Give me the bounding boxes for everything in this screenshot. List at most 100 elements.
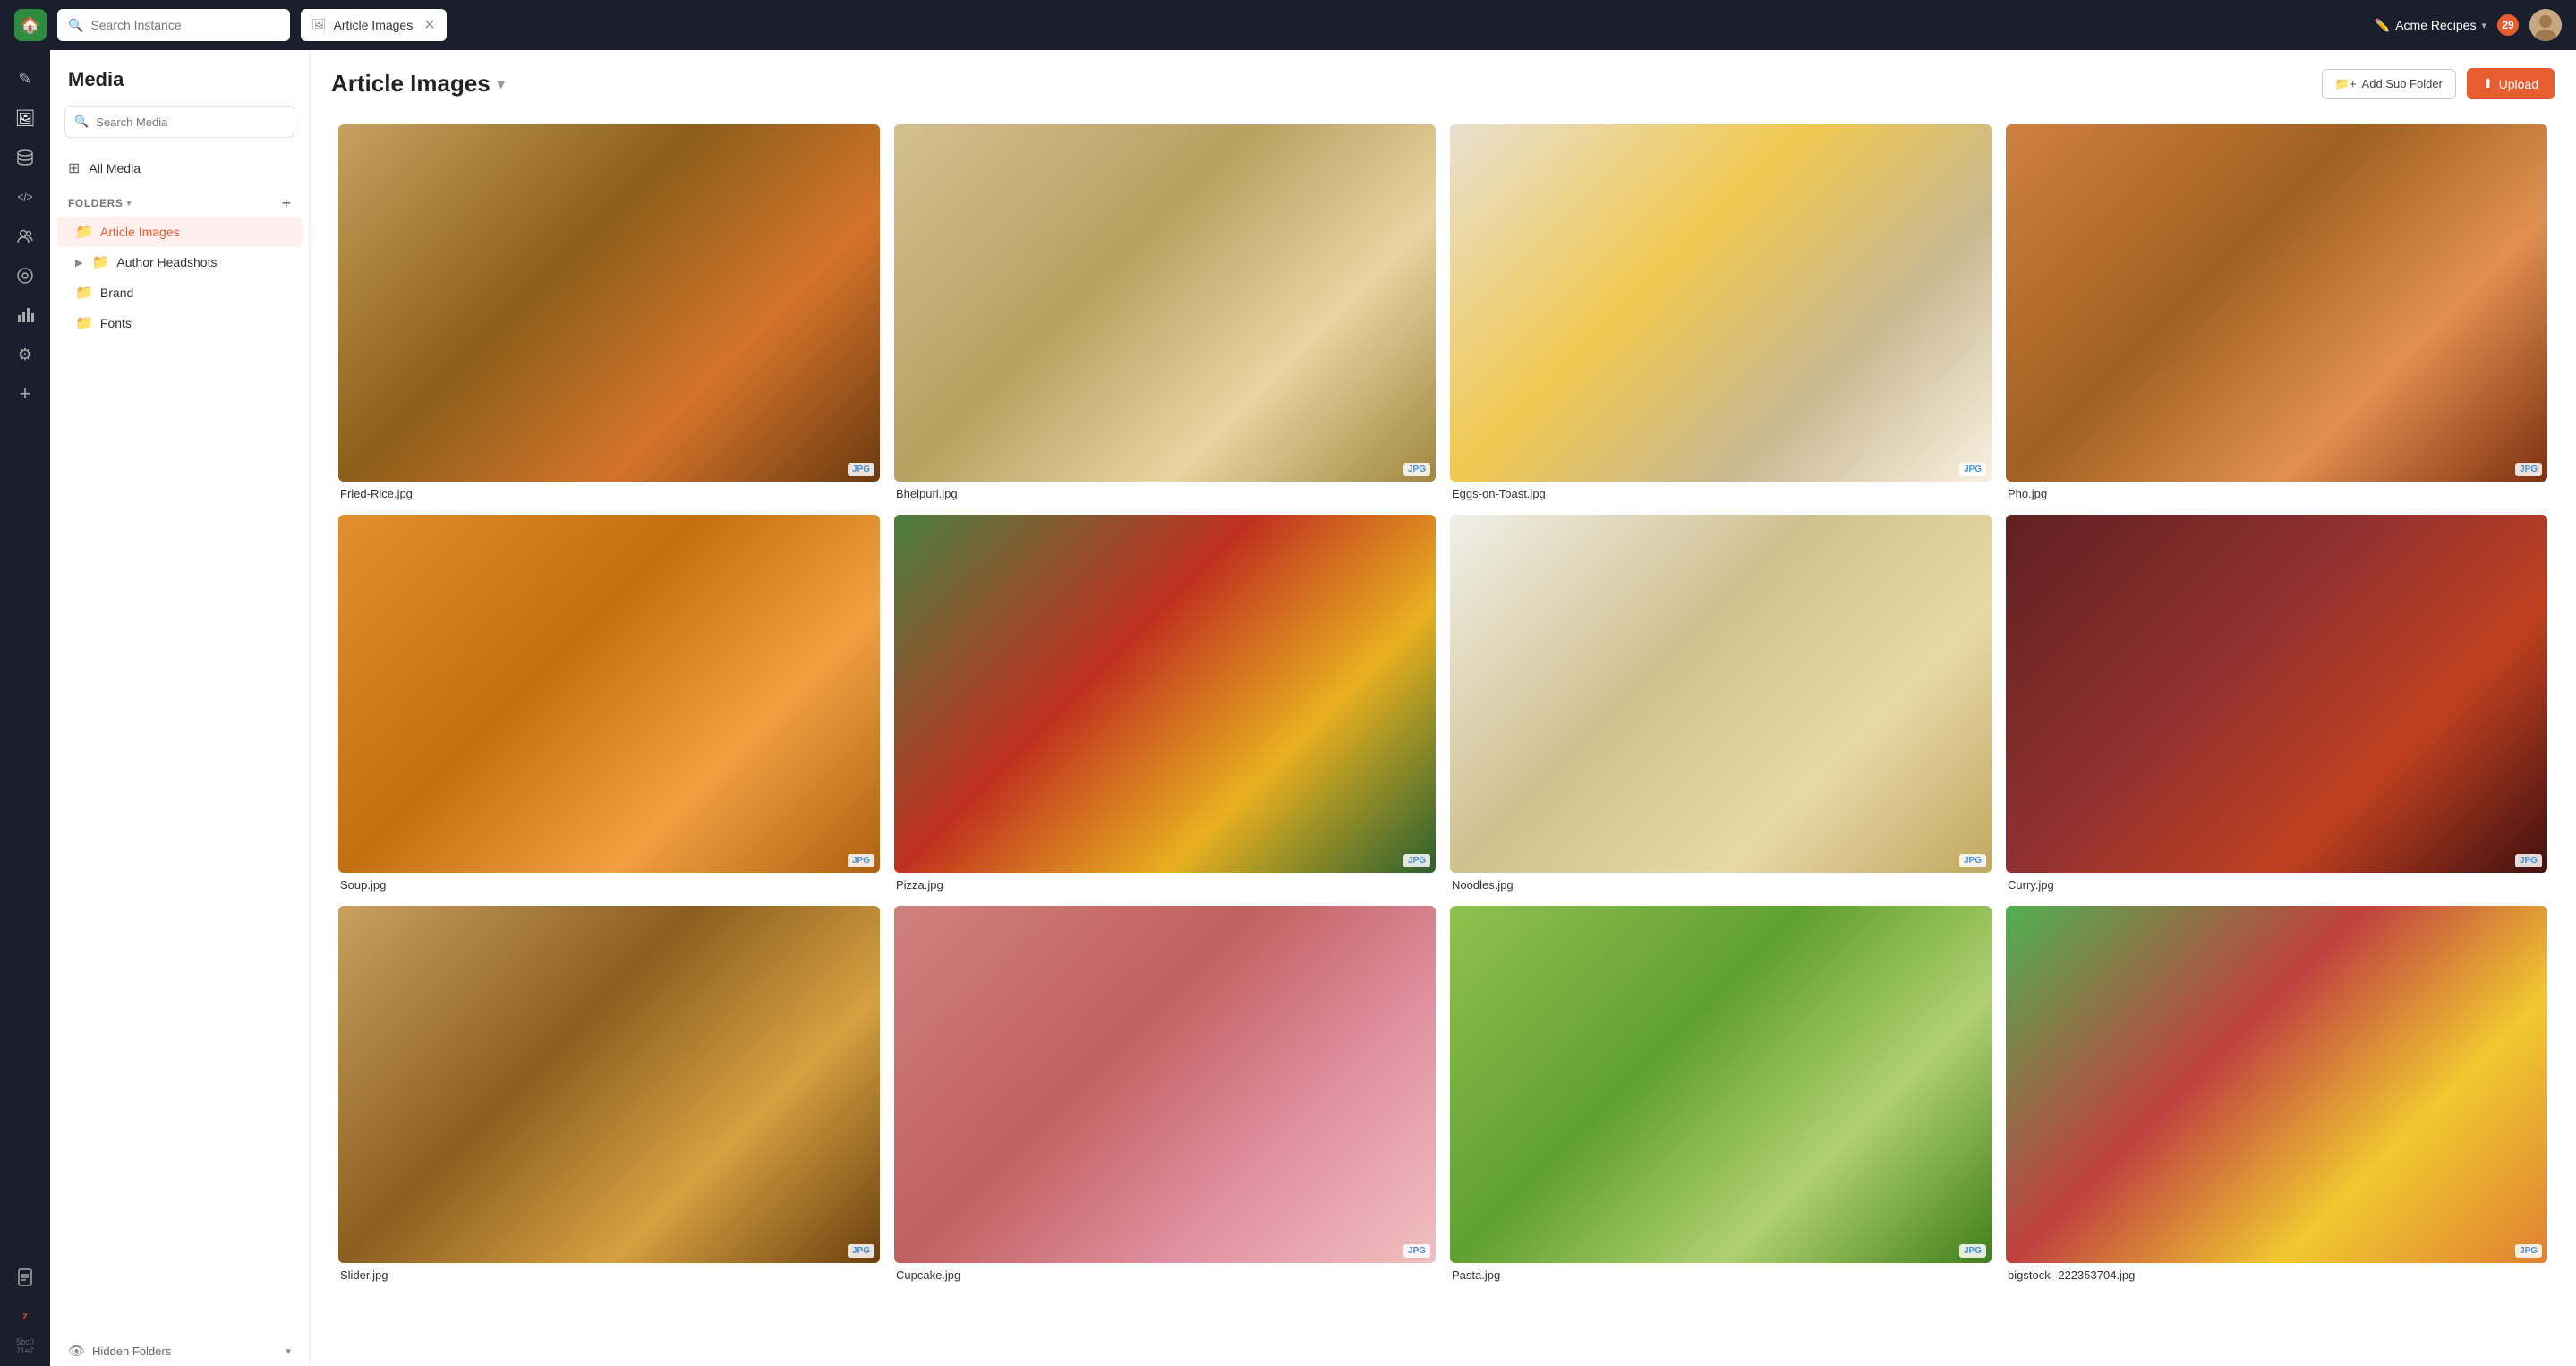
header-actions: 📁+ Add Sub Folder ⬆ Upload (2322, 68, 2555, 99)
sidebar-item-database[interactable] (7, 140, 43, 175)
add-folder-button[interactable]: + (281, 195, 291, 211)
media-badge-noodles: JPG (1959, 854, 1986, 867)
media-badge-eggs-toast: JPG (1959, 463, 1986, 476)
media-image-pasta (1450, 906, 1992, 1263)
upload-icon: ⬆ (2483, 76, 2494, 91)
media-badge-soup: JPG (848, 854, 874, 867)
media-thumb-pho: JPG (2006, 124, 2547, 482)
media-title: Media (50, 68, 309, 106)
sidebar-item-media[interactable]: 🖼 (7, 100, 43, 136)
folder-item-author-headshots[interactable]: ▶ 📁 Author Headshots (57, 247, 302, 277)
media-filename-noodles: Noodles.jpg (1450, 878, 1992, 892)
sidebar-item-document[interactable] (7, 1259, 43, 1295)
media-cell-pasta[interactable]: JPG Pasta.jpg (1443, 899, 1999, 1289)
folder-expand-icon: ▶ (75, 257, 82, 269)
folder-gray-icon-brand: 📁 (75, 284, 93, 302)
folder-item-fonts[interactable]: 📁 Fonts (57, 308, 302, 338)
media-image-fried-rice (338, 124, 880, 482)
media-cell-bigstock[interactable]: JPG bigstock--222353704.jpg (1999, 899, 2555, 1289)
media-badge-pizza: JPG (1403, 854, 1430, 867)
media-badge-bigstock: JPG (2515, 1244, 2542, 1258)
media-badge-bhelpuri: JPG (1403, 463, 1430, 476)
all-media-label: All Media (89, 161, 141, 175)
tab-media-icon: 🖼 (311, 18, 327, 32)
tab-close-button[interactable]: ✕ (423, 16, 435, 34)
add-subfolder-button[interactable]: 📁+ Add Sub Folder (2322, 69, 2456, 99)
search-instance-icon: 🔍 (68, 18, 83, 33)
media-filename-pho: Pho.jpg (2006, 487, 2547, 500)
media-cell-noodles[interactable]: JPG Noodles.jpg (1443, 508, 1999, 898)
instance-name[interactable]: ✏️ Acme Recipes ▾ (2375, 18, 2486, 33)
grid-icon: ⊞ (68, 159, 80, 177)
eye-icon: 👁 (68, 1343, 85, 1359)
sidebar-item-contacts[interactable] (7, 218, 43, 254)
media-image-soup (338, 515, 880, 872)
folder-label-article-images: Article Images (100, 225, 180, 239)
media-badge-curry: JPG (2515, 854, 2542, 867)
media-thumb-pasta: JPG (1450, 906, 1992, 1263)
sidebar-bottom: Z 5bc0 71e7 (7, 1259, 43, 1355)
search-instance-input[interactable] (90, 18, 279, 32)
content-title-chevron-icon[interactable]: ▾ (498, 75, 505, 93)
media-badge-slider: JPG (848, 1244, 874, 1258)
sidebar-item-add[interactable]: + (7, 376, 43, 412)
sidebar-item-code[interactable]: </> (7, 179, 43, 215)
main-layout: ✎ 🖼 </> (0, 50, 2576, 1366)
media-cell-curry[interactable]: JPG Curry.jpg (1999, 508, 2555, 898)
avatar[interactable] (2529, 9, 2562, 41)
media-image-bhelpuri (894, 124, 1436, 482)
folder-item-brand[interactable]: 📁 Brand (57, 277, 302, 308)
left-panel: Media 🔍 ⊞ All Media FOLDERS ▾ + 📁 Articl… (50, 50, 310, 1366)
icon-sidebar: ✎ 🖼 </> (0, 50, 50, 1366)
media-thumb-slider: JPG (338, 906, 880, 1263)
media-image-noodles (1450, 515, 1992, 872)
hidden-folders-chevron-icon: ▾ (286, 1345, 291, 1357)
media-filename-pizza: Pizza.jpg (894, 878, 1436, 892)
notification-badge[interactable]: 29 (2497, 14, 2519, 36)
media-thumb-noodles: JPG (1450, 515, 1992, 872)
sidebar-item-edit[interactable]: ✎ (7, 61, 43, 97)
media-badge-pasta: JPG (1959, 1244, 1986, 1258)
media-image-curry (2006, 515, 2547, 872)
sidebar-hash-item: 5bc0 71e7 (7, 1338, 43, 1355)
media-filename-eggs-toast: Eggs-on-Toast.jpg (1450, 487, 1992, 500)
folders-chevron-icon: ▾ (127, 199, 132, 209)
instance-name-label: Acme Recipes (2395, 18, 2476, 32)
media-cell-bhelpuri[interactable]: JPG Bhelpuri.jpg (887, 117, 1443, 508)
all-media-item[interactable]: ⊞ All Media (50, 152, 309, 184)
folder-item-article-images[interactable]: 📁 Article Images (57, 217, 302, 247)
hidden-folders-row[interactable]: 👁 Hidden Folders ▾ (50, 1336, 309, 1366)
media-thumb-soup: JPG (338, 515, 880, 872)
media-image-eggs-toast (1450, 124, 1992, 482)
media-image-pho (2006, 124, 2547, 482)
media-cell-slider[interactable]: JPG Slider.jpg (331, 899, 887, 1289)
media-cell-fried-rice[interactable]: JPG Fried-Rice.jpg (331, 117, 887, 508)
app-logo[interactable]: 🏠 (14, 9, 47, 41)
media-cell-pho[interactable]: JPG Pho.jpg (1999, 117, 2555, 508)
topbar: 🏠 🔍 🖼 Article Images ✕ ✏️ Acme Recipes ▾… (0, 0, 2576, 50)
sidebar-item-chart[interactable] (7, 297, 43, 333)
media-cell-pizza[interactable]: JPG Pizza.jpg (887, 508, 1443, 898)
folder-red-icon: 📁 (75, 223, 93, 241)
topbar-right: ✏️ Acme Recipes ▾ 29 (2375, 9, 2562, 41)
active-tab[interactable]: 🖼 Article Images ✕ (301, 9, 447, 41)
sidebar-item-gear[interactable]: ⚙ (7, 337, 43, 372)
media-cell-cupcake[interactable]: JPG Cupcake.jpg (887, 899, 1443, 1289)
upload-button[interactable]: ⬆ Upload (2467, 68, 2555, 99)
search-media-input[interactable] (96, 115, 285, 129)
media-cell-eggs-toast[interactable]: JPG Eggs-on-Toast.jpg (1443, 117, 1999, 508)
folder-label-fonts: Fonts (100, 316, 132, 330)
media-filename-curry: Curry.jpg (2006, 878, 2547, 892)
media-image-pizza (894, 515, 1436, 872)
media-thumb-fried-rice: JPG (338, 124, 880, 482)
media-filename-soup: Soup.jpg (338, 878, 880, 892)
media-cell-soup[interactable]: JPG Soup.jpg (331, 508, 887, 898)
media-thumb-bhelpuri: JPG (894, 124, 1436, 482)
search-instance-wrapper: 🔍 (57, 9, 290, 41)
media-grid: JPG Fried-Rice.jpg JPG Bhelpuri.jpg JPG … (331, 117, 2555, 1289)
sidebar-badge-item[interactable]: Z (7, 1299, 43, 1335)
sidebar-item-circle[interactable] (7, 258, 43, 294)
media-thumb-curry: JPG (2006, 515, 2547, 872)
media-badge-pho: JPG (2515, 463, 2542, 476)
media-filename-bigstock: bigstock--222353704.jpg (2006, 1268, 2547, 1282)
